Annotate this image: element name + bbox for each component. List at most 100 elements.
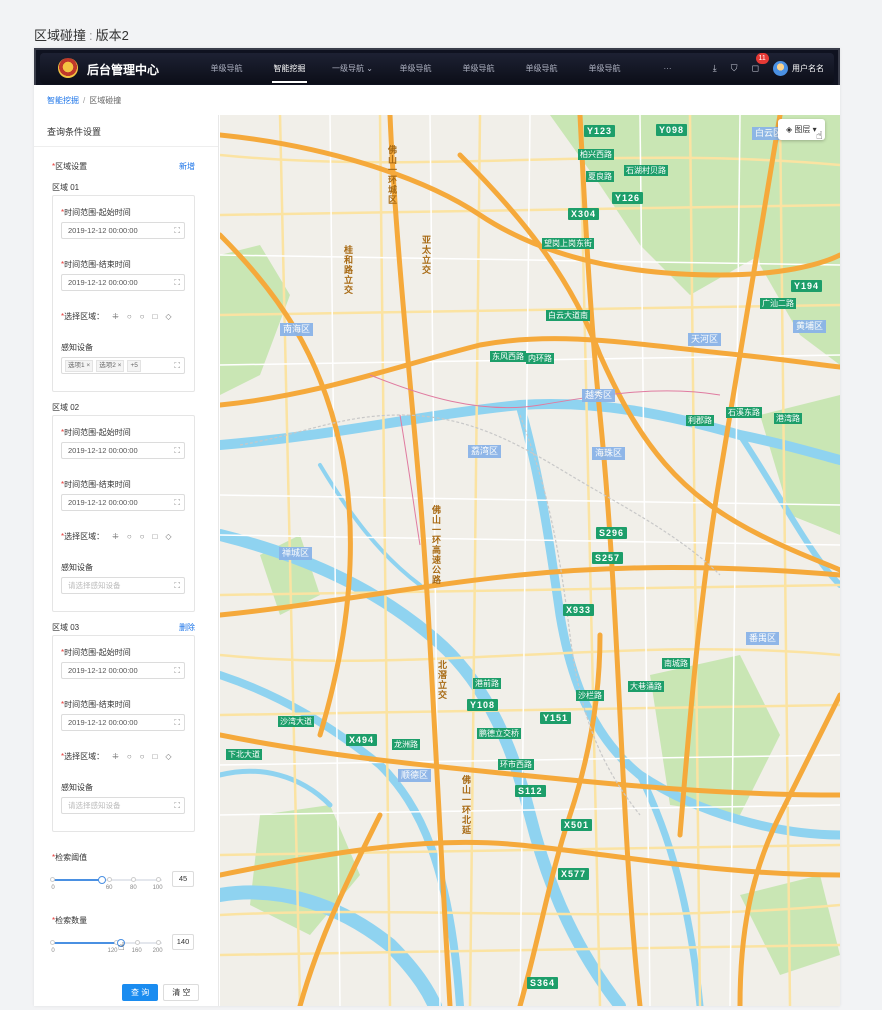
region-01-card: *时间范围-起始时间 2019-12-12 00:00:00 ⛶ *时间范围-结束… xyxy=(52,195,195,392)
road-label: 柏兴西路 xyxy=(578,149,614,160)
app-frame: 后台管理中心 单级导航 智能挖掘 一级导航 ⌄ 单级导航 单级导航 单级导航 单… xyxy=(34,48,840,1006)
circle-select-icon[interactable]: ○ xyxy=(127,532,132,541)
delete-region-button[interactable]: 删除 xyxy=(179,622,195,633)
device-select[interactable]: 选项1 × 选项2 × +5 ⛶ xyxy=(61,357,185,374)
end-time-input[interactable]: 2019-12-12 00:00:00 ⛶ xyxy=(61,494,185,511)
start-time-input[interactable]: 2019-12-12 00:00:00 ⛶ xyxy=(61,442,185,459)
rectangle-select-icon[interactable]: □ xyxy=(153,752,158,761)
region-02-title: 区域 02 xyxy=(52,403,80,412)
calendar-icon: ⛶ xyxy=(174,226,180,235)
road-label: 望岗上岗东街 xyxy=(542,238,594,249)
bell-icon[interactable]: ◻ 11 xyxy=(752,53,769,74)
end-time-input[interactable]: 2019-12-12 00:00:00 ⛶ xyxy=(61,714,185,731)
district-label: 顺德区 xyxy=(398,769,432,782)
select-area-row: *选择区域： ⁜ ○ ○ □ ◇ xyxy=(61,312,172,321)
expand-icon[interactable]: ⛶ xyxy=(174,801,180,811)
highway-label: S364 xyxy=(527,977,559,989)
tick-label: 0 xyxy=(51,885,55,891)
circle-select-icon[interactable]: ○ xyxy=(140,752,145,761)
select-area-row: *选择区域： ⁜ ○ ○ □ ◇ xyxy=(61,752,172,761)
road-label: 利郡路 xyxy=(686,415,714,426)
nav-item-7[interactable]: 单级导航 xyxy=(573,53,636,84)
count-slider[interactable]: 0 120 160 200 xyxy=(50,936,163,956)
map-canvas[interactable]: Y123 Y098 Y126 X304 Y194 S296 S257 X933 … xyxy=(220,115,840,1006)
nav-more-button[interactable]: ··· xyxy=(636,53,699,84)
count-label: *检索数量 xyxy=(52,916,88,925)
device-tag[interactable]: 选项1 × xyxy=(65,359,94,372)
road-label: 港前路 xyxy=(473,678,501,689)
query-panel: 查询条件设置 *区域设置 新增 区域 01 *时间范围-起始时间 2019-12… xyxy=(34,115,219,1006)
device-tag[interactable]: 选项2 × xyxy=(96,359,125,372)
caption-version: 版本2 xyxy=(95,28,129,43)
polygon-select-icon[interactable]: ◇ xyxy=(165,752,171,761)
map-base-layer xyxy=(220,115,840,1006)
highway-label: Y098 xyxy=(656,124,688,136)
download-icon[interactable]: ⤓ xyxy=(713,63,717,74)
road-label: 南城路 xyxy=(662,658,690,669)
device-placeholder: 请选择感知设备 xyxy=(68,801,121,810)
grid-select-icon[interactable]: ⁜ xyxy=(112,752,119,761)
page-caption: 区域碰撞: 版本2 xyxy=(34,25,129,44)
district-label: 荔湾区 xyxy=(468,445,502,458)
query-button[interactable]: 查 询 xyxy=(122,984,159,1001)
notification-badge: 11 xyxy=(755,53,769,64)
grid-select-icon[interactable]: ⁜ xyxy=(112,532,119,541)
device-select[interactable]: 请选择感知设备 ⛶ xyxy=(61,797,185,814)
road-label: 龙洲路 xyxy=(392,739,420,750)
nav-item-1[interactable]: 单级导航 xyxy=(195,53,258,84)
rectangle-select-icon[interactable]: □ xyxy=(153,312,158,321)
end-time-input[interactable]: 2019-12-12 00:00:00 ⛶ xyxy=(61,274,185,291)
polygon-select-icon[interactable]: ◇ xyxy=(165,532,171,541)
start-time-input[interactable]: 2019-12-12 00:00:00 ⛶ xyxy=(61,222,185,239)
start-time-label: *时间范围-起始时间 xyxy=(61,648,131,657)
polygon-select-icon[interactable]: ◇ xyxy=(165,312,171,321)
highway-label: X304 xyxy=(568,208,600,220)
nav-item-dropdown[interactable]: 一级导航 ⌄ xyxy=(321,53,384,84)
slider-thumb[interactable] xyxy=(97,876,106,884)
start-time-label: *时间范围-起始时间 xyxy=(61,208,131,217)
panel-title: 查询条件设置 xyxy=(47,127,102,137)
threshold-label: *检索阈值 xyxy=(52,853,88,862)
expand-icon[interactable]: ⛶ xyxy=(174,361,180,371)
nav-item-6[interactable]: 单级导航 xyxy=(510,53,573,84)
rectangle-select-icon[interactable]: □ xyxy=(153,532,158,541)
highway-label: Y108 xyxy=(467,699,499,711)
tick-label: 100 xyxy=(152,885,163,891)
district-label: 天河区 xyxy=(688,333,722,346)
nav-tools: ⤓ ⛉ ◻ 11 用户名名 xyxy=(713,53,824,84)
device-select[interactable]: 请选择感知设备 ⛶ xyxy=(61,577,185,594)
circle-select-icon[interactable]: ○ xyxy=(127,752,132,761)
shirt-icon[interactable]: ⛉ xyxy=(731,63,738,74)
device-tag-more[interactable]: +5 xyxy=(127,359,141,372)
brand-title: 后台管理中心 xyxy=(87,63,160,77)
road-label: 东风西路 xyxy=(490,351,526,362)
road-label: 沙栏路 xyxy=(576,690,604,701)
tick-label: 0 xyxy=(51,948,55,954)
calendar-icon: ⛶ xyxy=(174,446,180,455)
road-label: 石溪东路 xyxy=(726,407,762,418)
region-01-title: 区域 01 xyxy=(52,183,80,192)
threshold-slider[interactable]: 0 60 80 100 xyxy=(50,873,163,893)
nav-item-smart-mining[interactable]: 智能挖掘 xyxy=(258,53,321,84)
clear-button[interactable]: 清 空 xyxy=(163,984,200,1001)
circle-select-icon[interactable]: ○ xyxy=(127,312,132,321)
grid-select-icon[interactable]: ⁜ xyxy=(112,312,119,321)
tick-label: 160 xyxy=(131,948,142,954)
circle-select-icon[interactable]: ○ xyxy=(140,312,145,321)
start-time-input[interactable]: 2019-12-12 00:00:00 ⛶ xyxy=(61,662,185,679)
count-value-input[interactable]: 140 xyxy=(172,934,194,950)
district-label: 禅城区 xyxy=(279,547,313,560)
circle-select-icon[interactable]: ○ xyxy=(140,532,145,541)
threshold-value-input[interactable]: 45 xyxy=(172,871,194,887)
nav-item-4[interactable]: 单级导航 xyxy=(384,53,447,84)
district-label: 南海区 xyxy=(280,323,314,336)
nav-item-5[interactable]: 单级导航 xyxy=(447,53,510,84)
road-label: 鹏德立交桥 xyxy=(477,728,521,739)
breadcrumb-parent-link[interactable]: 智能挖掘 xyxy=(47,96,79,105)
add-region-button[interactable]: 新增 xyxy=(179,161,195,172)
device-label: 感知设备 xyxy=(61,563,93,572)
expressway-label: 北滘立交 xyxy=(437,660,447,700)
highway-label: Y126 xyxy=(612,192,644,204)
user-menu[interactable]: 用户名名 xyxy=(773,61,824,76)
expand-icon[interactable]: ⛶ xyxy=(174,581,180,591)
